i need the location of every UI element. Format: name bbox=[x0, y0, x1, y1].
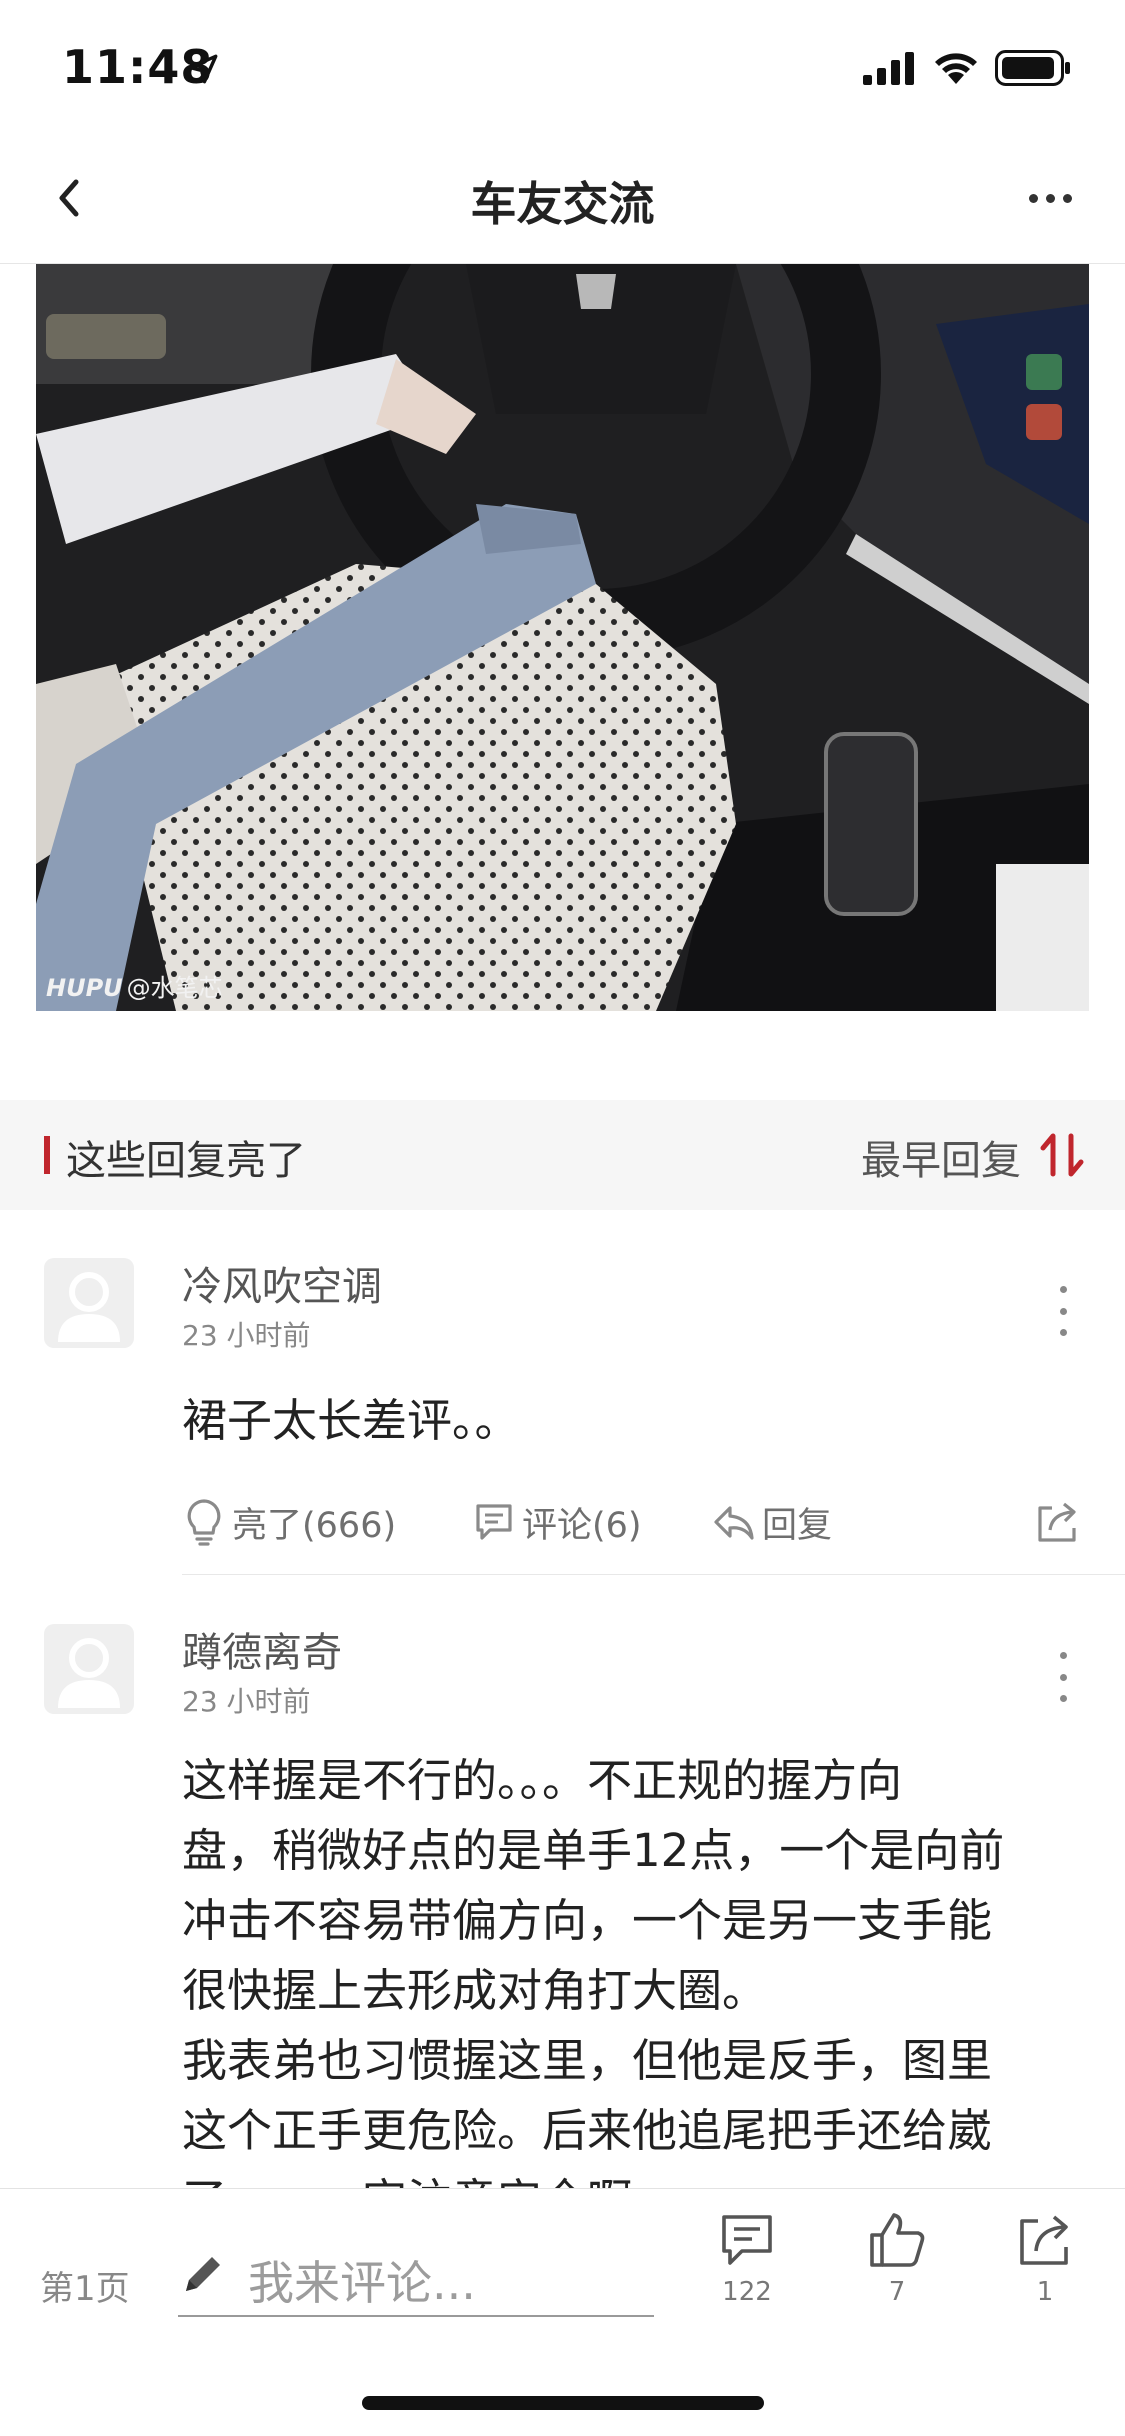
comment-time: 23 小时前 bbox=[182, 1685, 311, 1718]
share-icon[interactable] bbox=[1034, 1498, 1082, 1546]
comments-button[interactable]: 122 bbox=[702, 2209, 792, 2307]
hot-replies-header: 这些回复亮了 最早回复 bbox=[0, 1100, 1125, 1210]
comment-input[interactable]: 我来评论... bbox=[178, 2237, 654, 2317]
comment-input-placeholder: 我来评论... bbox=[248, 2256, 476, 2310]
nav-bar: 车友交流 bbox=[0, 132, 1125, 264]
comment-username[interactable]: 蹲德离奇 bbox=[182, 1620, 342, 1678]
car-interior-photo bbox=[36, 264, 1089, 1011]
watermark-user: @水笔芯 bbox=[126, 974, 223, 1002]
post-photo[interactable]: HUPU @水笔芯 bbox=[36, 264, 1089, 1011]
battery-icon bbox=[995, 50, 1070, 86]
pencil-icon bbox=[186, 2257, 220, 2291]
photo-watermark: HUPU @水笔芯 bbox=[46, 968, 223, 1003]
comment-line: 很快握上去形成对角打大圈。 bbox=[182, 1964, 768, 2017]
avatar[interactable] bbox=[44, 1258, 134, 1348]
comment-divider bbox=[182, 1574, 1125, 1575]
comment-line: 这个正手更危险。后来他追尾把手还给崴 bbox=[182, 2104, 993, 2157]
reply-comments-button[interactable]: 评论(6) bbox=[472, 1492, 642, 1552]
comment-count: 评论(6) bbox=[522, 1505, 642, 1546]
home-indicator[interactable] bbox=[362, 2396, 764, 2410]
user-avatar-icon bbox=[58, 1272, 120, 1342]
thumbs-up-icon bbox=[870, 2213, 925, 2267]
comment-more-icon[interactable] bbox=[1053, 1286, 1073, 1336]
lightbulb-icon bbox=[187, 1499, 221, 1546]
share-icon bbox=[1020, 2215, 1068, 2265]
avatar[interactable] bbox=[44, 1624, 134, 1714]
comment-item: 蹲德离奇 23 小时前 这样握是不行的。。。不正规的握方向 盘，稍微好点的是单手… bbox=[0, 1580, 1125, 2188]
reply-button[interactable]: 回复 bbox=[712, 1492, 832, 1552]
more-options-icon[interactable] bbox=[1015, 172, 1085, 224]
comment-item: 冷风吹空调 23 小时前 裙子太长差评。。 亮了(666) 评论(6) 回复 bbox=[0, 1210, 1125, 1580]
likes-count: 7 bbox=[888, 2277, 906, 2307]
watermark-brand: HUPU bbox=[46, 974, 123, 1002]
comment-time: 23 小时前 bbox=[182, 1319, 311, 1352]
light-button[interactable]: 亮了(666) bbox=[182, 1492, 396, 1552]
section-accent-bar bbox=[44, 1136, 50, 1174]
page-indicator[interactable]: 第1页 bbox=[40, 2261, 130, 2310]
wifi-icon bbox=[935, 53, 977, 84]
comment-bubble-icon bbox=[476, 1504, 512, 1540]
user-avatar-icon bbox=[58, 1638, 120, 1708]
section-title: 这些回复亮了 bbox=[66, 1138, 306, 1184]
like-button[interactable]: 7 bbox=[852, 2209, 942, 2307]
reply-label: 回复 bbox=[762, 1505, 833, 1546]
status-indicators bbox=[863, 50, 1071, 86]
comment-username[interactable]: 冷风吹空调 bbox=[182, 1254, 382, 1312]
reply-arrow-icon bbox=[714, 1506, 754, 1540]
sort-button[interactable]: 最早回复 bbox=[861, 1128, 1021, 1186]
comment-actions: 亮了(666) 评论(6) 回复 bbox=[182, 1492, 1082, 1552]
comment-line: 盘，稍微好点的是单手12点，一个是向前 bbox=[182, 1824, 1005, 1877]
comment-line: 了……一定注意安全啊 bbox=[182, 2166, 1082, 2188]
comment-line: 这样握是不行的。。。不正规的握方向 bbox=[182, 1754, 903, 1807]
comment-line: 我表弟也习惯握这里，但他是反手，图里 bbox=[182, 2034, 993, 2087]
status-bar: 11:48 bbox=[0, 0, 1125, 132]
comment-bubble-icon bbox=[722, 2215, 772, 2265]
light-count: 亮了(666) bbox=[232, 1505, 397, 1546]
share-button[interactable]: 1 bbox=[1000, 2209, 1090, 2307]
location-arrow-icon bbox=[188, 54, 218, 84]
signal-icon bbox=[863, 52, 914, 85]
comment-body: 裙子太长差评。。 bbox=[182, 1394, 520, 1447]
comments-count: 122 bbox=[722, 2277, 772, 2307]
comment-more-icon[interactable] bbox=[1053, 1652, 1073, 1702]
sort-arrows-icon[interactable] bbox=[1037, 1130, 1089, 1180]
comment-line: 冲击不容易带偏方向，一个是另一支手能 bbox=[182, 1894, 993, 1947]
comment-body: 这样握是不行的。。。不正规的握方向 盘，稍微好点的是单手12点，一个是向前 冲击… bbox=[182, 1746, 1082, 2188]
page-title: 车友交流 bbox=[470, 177, 655, 231]
shares-count: 1 bbox=[1036, 2277, 1054, 2307]
